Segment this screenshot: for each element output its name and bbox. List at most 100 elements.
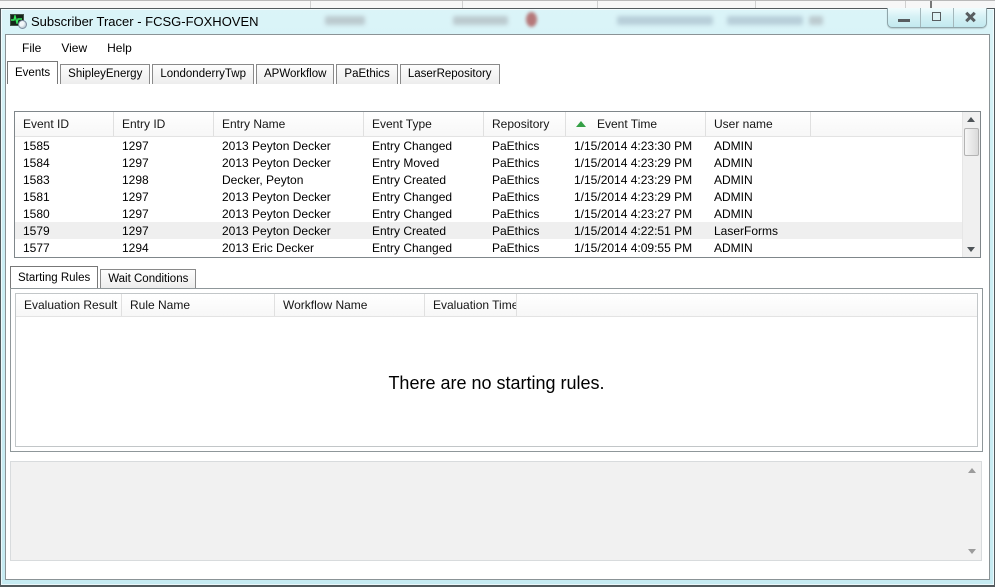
- column-header-entry-id[interactable]: Entry ID: [114, 112, 214, 136]
- rules-tabs: Starting Rules Wait Conditions: [10, 266, 198, 288]
- cell-repository: PaEthics: [492, 138, 540, 153]
- table-row[interactable]: 1583 1298 Decker, Peyton Entry Created PaEth…: [15, 171, 963, 188]
- events-content: Event ID Entry ID Entry Name Event Type Repo…: [15, 112, 963, 257]
- background-window-artifact: [617, 16, 713, 25]
- cell-user-name: ADMIN: [714, 172, 753, 187]
- cell-user-name: ADMIN: [714, 240, 753, 255]
- cell-event-id: 1583: [23, 172, 50, 187]
- cell-event-time: 1/15/2014 4:23:29 PM: [574, 189, 693, 204]
- cell-entry-name: 2013 Peyton Decker: [222, 206, 331, 221]
- cell-event-type: Entry Changed: [372, 189, 453, 204]
- table-row[interactable]: 1580 1297 2013 Peyton Decker Entry Changed P…: [15, 205, 963, 222]
- cell-event-id: 1577: [23, 240, 50, 255]
- cell-entry-id: 1297: [122, 189, 149, 204]
- background-window-artifact: [526, 12, 537, 27]
- arrow-up-icon: [967, 117, 975, 122]
- background-window-artifact: [453, 16, 508, 25]
- cell-user-name: ADMIN: [714, 138, 753, 153]
- cell-event-time: 1/15/2014 4:09:55 PM: [574, 240, 693, 255]
- menu-item-help[interactable]: Help: [97, 38, 142, 58]
- column-header-label: Repository: [492, 117, 550, 131]
- cell-user-name: ADMIN: [714, 155, 753, 170]
- column-header-label: Evaluation Time: [433, 298, 517, 312]
- cell-event-time: 1/15/2014 4:23:27 PM: [574, 206, 693, 221]
- app-window: Subscriber Tracer - FCSG-FOXHOVEN File V…: [0, 8, 995, 587]
- background-window-artifact: [809, 16, 823, 25]
- cell-entry-name: 2013 Peyton Decker: [222, 155, 331, 170]
- cell-repository: PaEthics: [492, 189, 540, 204]
- column-header-event-time[interactable]: Event Time: [566, 112, 706, 136]
- clock-overlay-icon: [18, 20, 27, 29]
- scroll-up-button[interactable]: [963, 112, 980, 128]
- events-header: Event ID Entry ID Entry Name Event Type Repo…: [15, 112, 963, 137]
- tab-paethics[interactable]: PaEthics: [336, 64, 398, 84]
- arrow-down-icon[interactable]: [968, 549, 976, 554]
- maximize-button[interactable]: [921, 8, 954, 27]
- table-row[interactable]: 1584 1297 2013 Peyton Decker Entry Moved PaE…: [15, 154, 963, 171]
- table-row[interactable]: 1577 1294 2013 Eric Decker Entry Changed PaE…: [15, 239, 963, 256]
- cell-event-id: 1585: [23, 138, 50, 153]
- empty-rules-message: There are no starting rules.: [388, 373, 605, 393]
- cell-event-type: Entry Created: [372, 223, 447, 238]
- cell-entry-name: 2013 Eric Decker: [222, 240, 315, 255]
- column-header-label: Rule Name: [130, 298, 191, 312]
- tab-londonderrytwp[interactable]: LondonderryTwp: [152, 64, 254, 84]
- table-row[interactable]: 1581 1297 2013 Peyton Decker Entry Changed P…: [15, 188, 963, 205]
- cell-repository: PaEthics: [492, 206, 540, 221]
- close-button[interactable]: [954, 8, 986, 27]
- cell-entry-name: 2013 Peyton Decker: [222, 223, 331, 238]
- menu-bar: File View Help: [6, 35, 989, 60]
- column-header-label: User name: [714, 117, 773, 131]
- title-bar[interactable]: Subscriber Tracer - FCSG-FOXHOVEN: [5, 8, 990, 34]
- arrow-up-icon[interactable]: [968, 468, 976, 473]
- cell-event-type: Entry Created: [372, 172, 447, 187]
- column-header-evaluation-result[interactable]: Evaluation Result: [16, 294, 122, 316]
- table-row[interactable]: 1585 1297 2013 Peyton Decker Entry Changed P…: [15, 137, 963, 154]
- cell-repository: PaEthics: [492, 223, 540, 238]
- close-icon: [964, 11, 976, 23]
- table-row[interactable]: 1579 1297 2013 Peyton Decker Entry Created P…: [15, 222, 963, 239]
- cell-event-type: Entry Moved: [372, 155, 440, 170]
- tab-wait-conditions[interactable]: Wait Conditions: [100, 269, 197, 288]
- maximize-icon: [932, 12, 941, 21]
- cell-user-name: ADMIN: [714, 189, 753, 204]
- column-header-rule-name[interactable]: Rule Name: [122, 294, 275, 316]
- minimize-button[interactable]: [888, 8, 921, 27]
- column-header-event-type[interactable]: Event Type: [364, 112, 484, 136]
- rules-list: Evaluation Result Rule Name Workflow Name E…: [15, 293, 978, 447]
- column-header-workflow-name[interactable]: Workflow Name: [275, 294, 425, 316]
- column-header-filler: [811, 112, 963, 136]
- menu-item-view[interactable]: View: [51, 38, 97, 58]
- minimize-icon: [898, 19, 910, 22]
- column-header-event-id[interactable]: Event ID: [15, 112, 114, 136]
- arrow-down-icon: [967, 247, 975, 252]
- tab-laserrepository[interactable]: LaserRepository: [399, 64, 500, 84]
- detail-panel[interactable]: [10, 461, 982, 561]
- scrollbar-thumb[interactable]: [964, 128, 979, 156]
- tab-shipleyenergy[interactable]: ShipleyEnergy: [60, 64, 151, 84]
- cell-entry-name: 2013 Peyton Decker: [222, 138, 331, 153]
- tab-events[interactable]: Events: [7, 61, 59, 84]
- column-header-entry-name[interactable]: Entry Name: [214, 112, 364, 136]
- column-header-label: Entry Name: [222, 117, 286, 131]
- column-header-filler: [517, 294, 977, 316]
- background-window-artifact: [727, 16, 803, 25]
- tab-apworkflow[interactable]: APWorkflow: [256, 64, 335, 84]
- column-header-repository[interactable]: Repository: [484, 112, 566, 136]
- cell-event-time: 1/15/2014 4:23:30 PM: [574, 138, 693, 153]
- rules-header: Evaluation Result Rule Name Workflow Name E…: [16, 294, 977, 317]
- cell-event-type: Entry Changed: [372, 138, 453, 153]
- column-header-user-name[interactable]: User name: [706, 112, 811, 136]
- cell-event-type: Entry Changed: [372, 240, 453, 255]
- window-title: Subscriber Tracer - FCSG-FOXHOVEN: [31, 14, 259, 29]
- scroll-down-button[interactable]: [963, 241, 980, 257]
- menu-item-file[interactable]: File: [12, 38, 51, 58]
- column-header-evaluation-time[interactable]: Evaluation Time: [425, 294, 517, 316]
- cell-event-time: 1/15/2014 4:23:29 PM: [574, 172, 693, 187]
- cell-event-id: 1579: [23, 223, 50, 238]
- events-scrollbar[interactable]: [962, 112, 980, 257]
- sort-ascending-icon: [576, 121, 586, 127]
- cell-repository: PaEthics: [492, 172, 540, 187]
- tab-starting-rules[interactable]: Starting Rules: [10, 266, 99, 288]
- cell-event-type: Entry Changed: [372, 206, 453, 221]
